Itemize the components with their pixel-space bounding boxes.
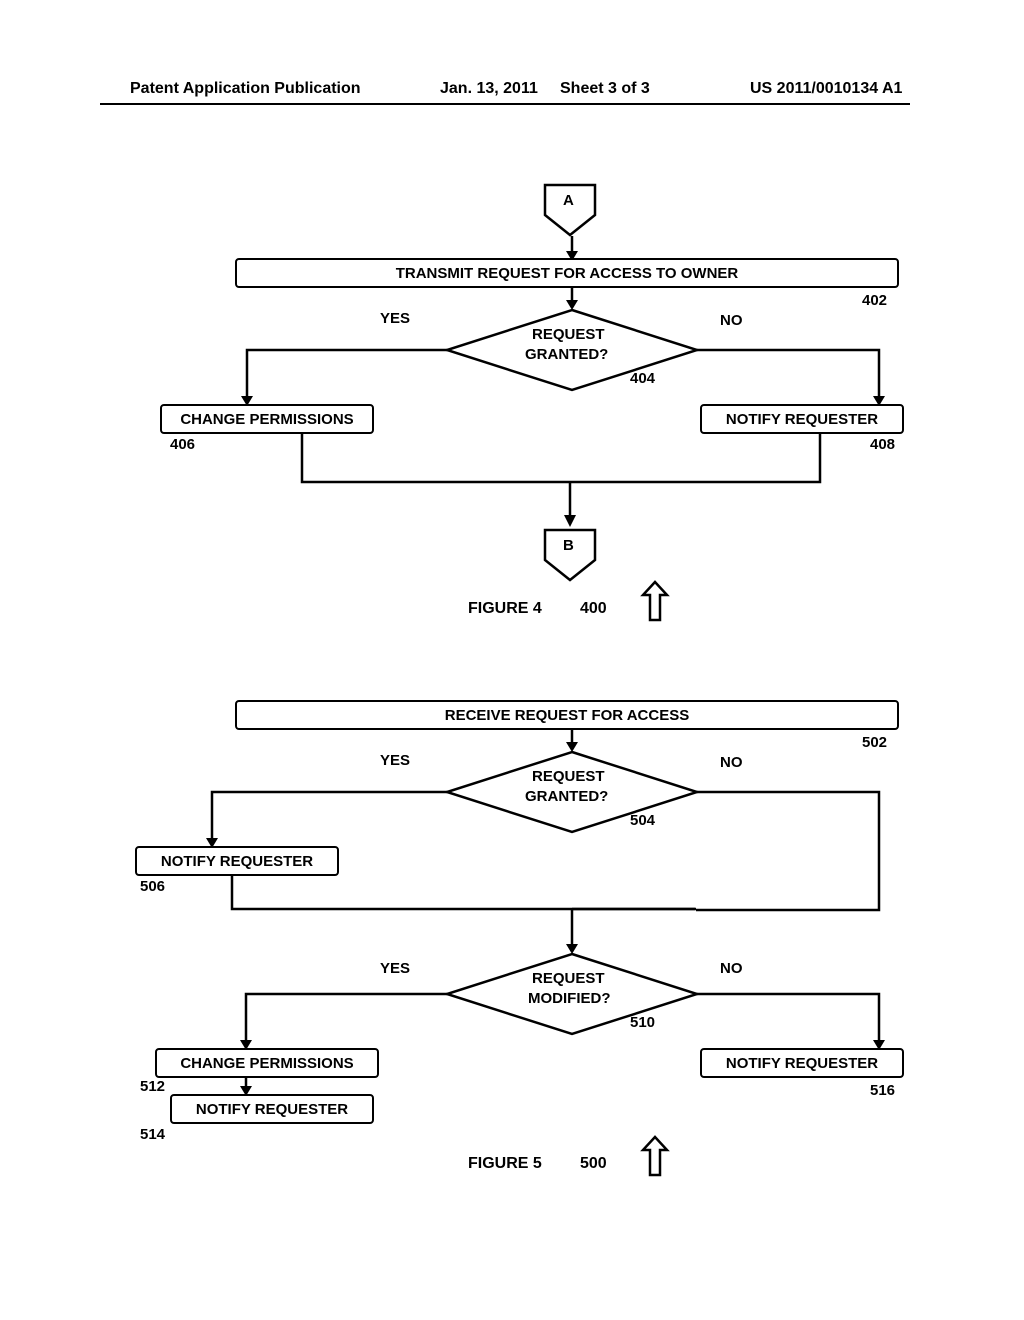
ref-512: 512 bbox=[140, 1078, 165, 1095]
header-date: Jan. 13, 2011 bbox=[440, 80, 538, 98]
decision-504-line1: REQUEST bbox=[532, 768, 605, 785]
header-rule bbox=[100, 103, 910, 105]
ref-516: 516 bbox=[870, 1082, 895, 1099]
connector-b bbox=[540, 525, 600, 585]
box-change-permissions-4: CHANGE PERMISSIONS bbox=[160, 404, 374, 434]
box-notify-requester-506: NOTIFY REQUESTER bbox=[135, 846, 339, 876]
box-notify-requester-4: NOTIFY REQUESTER bbox=[700, 404, 904, 434]
ref-514: 514 bbox=[140, 1126, 165, 1143]
yes-label-5a: YES bbox=[380, 752, 410, 769]
yes-label-4: YES bbox=[380, 310, 410, 327]
decision-404-line1: REQUEST bbox=[532, 326, 605, 343]
ref-406: 406 bbox=[170, 436, 195, 453]
arrow-502-to-504 bbox=[566, 728, 578, 752]
up-arrow-icon-5 bbox=[640, 1135, 670, 1180]
connector-a bbox=[540, 180, 600, 240]
arrow-no-510 bbox=[694, 992, 884, 1052]
box-notify-requester-514: NOTIFY REQUESTER bbox=[170, 1094, 374, 1124]
connector-b-label: B bbox=[563, 537, 574, 554]
decision-504-line2: GRANTED? bbox=[525, 788, 608, 805]
ref-502: 502 bbox=[862, 734, 887, 751]
header-sheet: Sheet 3 of 3 bbox=[560, 80, 650, 98]
figure4-num: 400 bbox=[580, 600, 607, 618]
arrow-402-to-404 bbox=[566, 286, 578, 310]
arrow-yes-504 bbox=[210, 790, 455, 850]
ref-504: 504 bbox=[630, 812, 655, 829]
connector-a-label: A bbox=[563, 192, 574, 209]
ref-506: 506 bbox=[140, 878, 165, 895]
ref-510: 510 bbox=[630, 1014, 655, 1031]
decision-510-line1: REQUEST bbox=[532, 970, 605, 987]
box-receive-request: RECEIVE REQUEST FOR ACCESS bbox=[235, 700, 899, 730]
no-label-5b: NO bbox=[720, 960, 743, 977]
up-arrow-icon-4 bbox=[640, 580, 670, 625]
box-transmit-request: TRANSMIT REQUEST FOR ACCESS TO OWNER bbox=[235, 258, 899, 288]
decision-404-line2: GRANTED? bbox=[525, 346, 608, 363]
no-label-4: NO bbox=[720, 312, 743, 329]
figure5-caption: FIGURE 5 bbox=[468, 1155, 542, 1173]
ref-402: 402 bbox=[862, 292, 887, 309]
arrow-to-510 bbox=[566, 906, 706, 956]
header-publication: Patent Application Publication bbox=[130, 80, 361, 98]
decision-510-line2: MODIFIED? bbox=[528, 990, 611, 1007]
arrow-yes-510 bbox=[244, 992, 454, 1052]
figure5-num: 500 bbox=[580, 1155, 607, 1173]
header-pubno: US 2011/0010134 A1 bbox=[750, 80, 902, 98]
merge-4 bbox=[300, 432, 860, 532]
arrow-512-to-514 bbox=[240, 1076, 252, 1096]
ref-404: 404 bbox=[630, 370, 655, 387]
figure4-caption: FIGURE 4 bbox=[468, 600, 542, 618]
box-notify-requester-516: NOTIFY REQUESTER bbox=[700, 1048, 904, 1078]
yes-label-5b: YES bbox=[380, 960, 410, 977]
ref-408: 408 bbox=[870, 436, 895, 453]
box-change-permissions-512: CHANGE PERMISSIONS bbox=[155, 1048, 379, 1078]
arrow-no-504 bbox=[694, 790, 884, 920]
no-label-5a: NO bbox=[720, 754, 743, 771]
arrow-yes-4 bbox=[245, 348, 455, 408]
arrow-no-4 bbox=[694, 348, 884, 408]
